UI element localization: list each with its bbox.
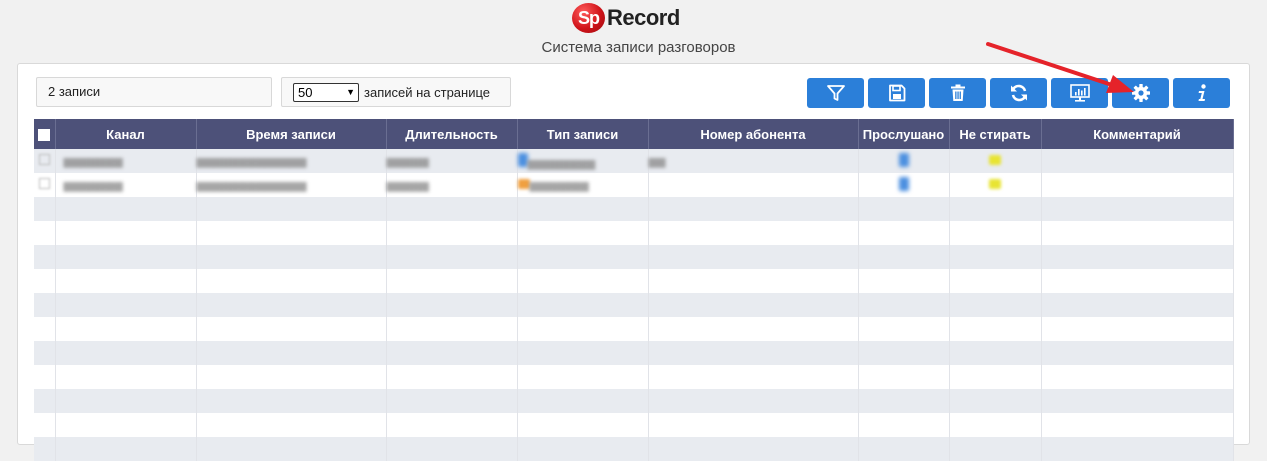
blurred-cell: ▆▆ — [648, 149, 859, 173]
column-header[interactable]: Не стирать — [949, 119, 1042, 149]
table-row — [34, 389, 1234, 413]
listened-icon — [898, 176, 909, 191]
per-page-control: 50 ▼ записей на странице — [281, 77, 511, 107]
table-row — [34, 413, 1234, 437]
blurred-cell — [949, 149, 1042, 173]
page-subtitle: Система записи разговоров — [541, 39, 736, 56]
blurred-cell: ▆▆▆▆▆▆▆ — [55, 173, 197, 197]
select-all-checkbox[interactable] — [38, 129, 51, 142]
record-type-icon — [517, 178, 530, 189]
delete-button[interactable] — [929, 78, 986, 108]
filter-button[interactable] — [807, 78, 864, 108]
per-page-value: 50 — [298, 84, 313, 100]
row-checkbox[interactable] — [39, 178, 50, 189]
column-header[interactable]: Номер абонента — [648, 119, 859, 149]
monitor-icon — [1069, 84, 1090, 102]
trash-icon — [950, 84, 965, 101]
column-header[interactable]: Длительность — [386, 119, 518, 149]
records-count: 2 записи — [36, 77, 272, 107]
select-all-cell — [34, 119, 56, 149]
table-row — [34, 197, 1234, 221]
blurred-cell — [858, 149, 950, 173]
chevron-down-icon: ▼ — [346, 86, 355, 97]
table-row — [34, 341, 1234, 365]
blurred-cell: ▆▆▆▆▆▆▆ — [517, 173, 649, 197]
logo-badge: Sp — [572, 3, 605, 33]
table-row — [34, 245, 1234, 269]
table-row — [34, 221, 1234, 245]
save-button[interactable] — [868, 78, 925, 108]
keep-icon — [989, 154, 1001, 165]
table-header-row: Канал Время записи Длительность Тип запи… — [34, 119, 1234, 149]
logo-text: Record — [607, 5, 680, 30]
refresh-button[interactable] — [990, 78, 1047, 108]
column-header[interactable]: Комментарий — [1041, 119, 1234, 149]
table-row — [34, 293, 1234, 317]
toolbar — [807, 78, 1230, 108]
table-row — [34, 365, 1234, 389]
monitor-button[interactable] — [1051, 78, 1108, 108]
blurred-cell — [949, 173, 1042, 197]
row-checkbox[interactable] — [39, 154, 50, 165]
table-row — [34, 317, 1234, 341]
records-panel: 2 записи 50 ▼ записей на странице Канал … — [17, 63, 1250, 461]
blurred-cell: ▆▆▆▆▆▆▆▆▆▆▆▆▆ — [196, 149, 387, 173]
blurred-cell: ▆▆▆▆▆▆▆▆ — [517, 149, 649, 173]
column-header[interactable]: Время записи — [196, 119, 387, 149]
header: Sp Record Система записи разговоров — [0, 0, 1267, 62]
column-header[interactable]: Канал — [55, 119, 197, 149]
gear-icon — [1131, 84, 1150, 102]
settings-button[interactable] — [1112, 78, 1169, 108]
blurred-cell: ▆▆▆▆▆ — [386, 149, 518, 173]
per-page-select[interactable]: 50 ▼ — [293, 82, 359, 102]
info-icon — [1198, 84, 1206, 101]
table-row[interactable]: ▆▆▆▆▆▆▆ ▆▆▆▆▆▆▆▆▆▆▆▆▆ ▆▆▆▆▆ ▆▆▆▆▆▆▆ — [34, 173, 1234, 197]
logo: Sp Record — [572, 3, 680, 33]
table-row[interactable]: ▆▆▆▆▆▆▆ ▆▆▆▆▆▆▆▆▆▆▆▆▆ ▆▆▆▆▆ ▆▆▆▆▆▆▆▆ ▆▆ — [34, 149, 1234, 173]
record-type-icon — [517, 152, 528, 167]
blurred-cell: ▆▆▆▆▆ — [386, 173, 518, 197]
keep-icon — [989, 178, 1001, 189]
column-header[interactable]: Тип записи — [517, 119, 649, 149]
column-header[interactable]: Прослушано — [858, 119, 950, 149]
table-row — [34, 437, 1234, 461]
per-page-label: записей на странице — [364, 84, 491, 100]
table-row — [34, 269, 1234, 293]
records-table-container: Канал Время записи Длительность Тип запи… — [34, 119, 1234, 461]
blurred-cell: ▆▆▆▆▆▆▆ — [55, 149, 197, 173]
filter-icon — [826, 85, 845, 101]
records-table: Канал Время записи Длительность Тип запи… — [34, 119, 1234, 461]
blurred-cell: ▆▆▆▆▆▆▆▆▆▆▆▆▆ — [196, 173, 387, 197]
listened-icon — [898, 152, 909, 167]
blurred-cell — [858, 173, 950, 197]
refresh-icon — [1010, 84, 1027, 102]
info-button[interactable] — [1173, 78, 1230, 108]
floppy-icon — [888, 84, 905, 102]
